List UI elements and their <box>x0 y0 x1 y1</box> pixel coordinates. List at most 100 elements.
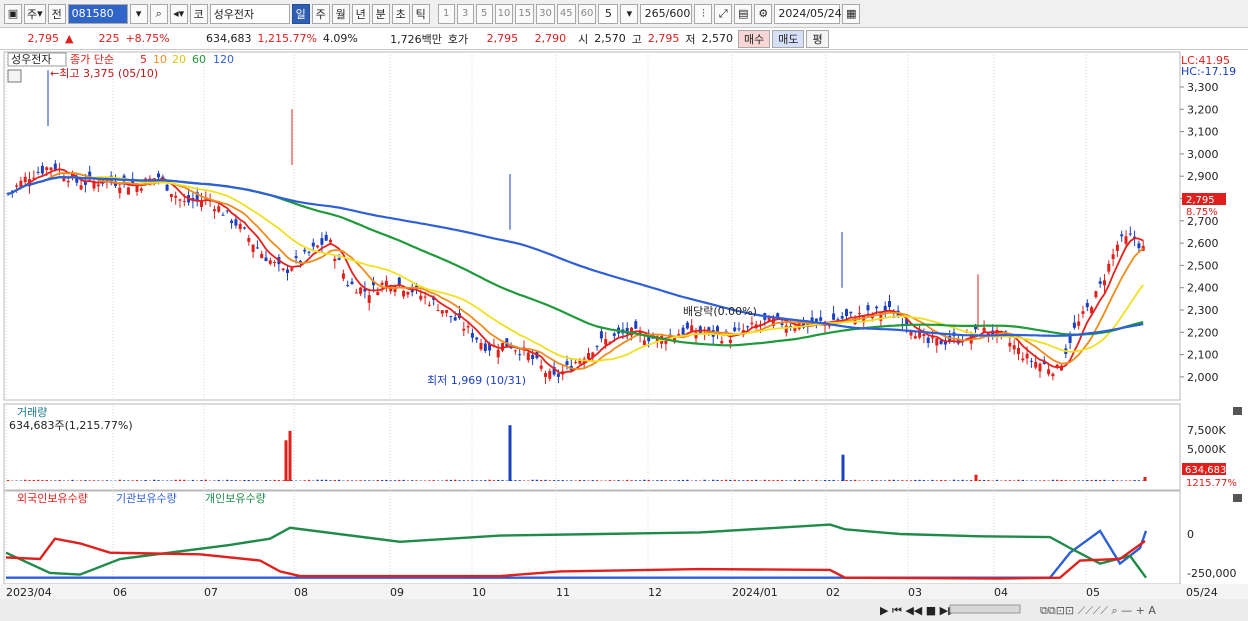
interval-button-15[interactable]: 15 <box>515 3 535 24</box>
holdings-close-icon[interactable] <box>1233 494 1242 502</box>
volume-bar <box>508 425 512 481</box>
interval-button-45[interactable]: 45 <box>556 3 576 24</box>
interval-button-30[interactable]: 30 <box>536 3 555 24</box>
period-tab-0[interactable]: 일 <box>291 3 310 24</box>
volume-bar <box>892 479 895 481</box>
ma20-legend: 20 <box>172 53 186 66</box>
hc-label: HC:-17.19 <box>1181 65 1236 78</box>
candle-body <box>664 340 668 344</box>
x-tick: 08 <box>294 586 308 599</box>
stock-legend-name: 성우전자 <box>11 53 51 66</box>
vol-current-pct: 1215.77% <box>1186 478 1237 489</box>
interval-select[interactable]: 5 <box>598 3 619 24</box>
volume-bar <box>475 480 478 481</box>
draw-tool-icon[interactable]: ⤢ <box>714 3 733 24</box>
volume-bar <box>634 480 637 481</box>
volume-bar <box>970 480 973 481</box>
candle-body <box>294 256 298 259</box>
volume-bar <box>92 480 96 481</box>
candle-body <box>45 167 49 170</box>
prev-button[interactable]: 전 <box>47 3 66 24</box>
ma-legend-label: 종가 단순 <box>70 53 114 66</box>
volume-bar <box>445 479 448 481</box>
save-icon[interactable]: ▤ <box>734 3 753 24</box>
period-tab-4[interactable]: 분 <box>371 3 390 24</box>
volume-bar <box>1129 480 1132 481</box>
foreign-holdings-legend: 외국인보유수량 <box>17 492 88 505</box>
candle-body <box>836 319 840 321</box>
volume-bar <box>785 480 788 481</box>
candle-body <box>53 163 57 170</box>
search-icon[interactable]: ⌕ <box>149 3 168 24</box>
calendar-icon[interactable]: ▦ <box>842 3 861 24</box>
table-toggle-icon[interactable] <box>7 69 22 83</box>
zoom-slider[interactable] <box>949 604 1021 614</box>
stock-code-input[interactable]: 081580 <box>67 3 128 24</box>
ma60-legend: 60 <box>192 53 206 66</box>
price-tick: 2,200 <box>1187 326 1219 339</box>
gear-icon[interactable]: ⚙ <box>754 3 773 24</box>
candle-body <box>445 310 449 313</box>
period-tab-1[interactable]: 주 <box>311 3 330 24</box>
x-tick: 07 <box>204 586 218 599</box>
volume-bar <box>798 480 801 481</box>
interval-button-60[interactable]: 60 <box>577 3 597 24</box>
speaker-icon[interactable]: ◂▾ <box>169 3 188 24</box>
candle-type-icon[interactable]: ⫶ <box>694 3 713 24</box>
period-tab-3[interactable]: 년 <box>351 3 370 24</box>
interval-button-10[interactable]: 10 <box>494 3 514 24</box>
candle-body <box>449 315 453 317</box>
market-select[interactable]: 주 ▾ <box>24 3 46 24</box>
interval-button-5[interactable]: 5 <box>475 3 493 24</box>
period-tab-6[interactable]: 틱 <box>411 3 430 24</box>
current-price: 2,795 <box>27 32 60 45</box>
sell-button[interactable]: 매도 <box>772 29 805 48</box>
price-tick: 3,000 <box>1187 148 1219 161</box>
layout-icon[interactable]: ▣ <box>4 3 22 24</box>
count-input[interactable]: 265/600 <box>640 3 693 24</box>
volume-bar <box>1004 480 1007 481</box>
interval-dropdown-icon[interactable]: ▾ <box>620 3 639 24</box>
candle-body <box>913 336 917 339</box>
volume-close-icon[interactable] <box>1233 407 1242 415</box>
volume-bar <box>694 480 698 481</box>
code-dropdown-icon[interactable]: ▾ <box>129 3 148 24</box>
volume-bar <box>974 474 978 481</box>
volume-bar <box>135 480 139 481</box>
candle-body <box>311 242 315 247</box>
holdings-tick-0: 0 <box>1187 528 1194 541</box>
interval-button-1[interactable]: 1 <box>437 3 455 24</box>
volume-bar <box>540 480 543 481</box>
period-tab-5[interactable]: 초 <box>391 3 410 24</box>
volume-bar <box>282 480 285 481</box>
period-tab-2[interactable]: 월 <box>331 3 350 24</box>
volume-bar <box>944 480 947 481</box>
volume-bar <box>170 480 173 481</box>
volume-bar <box>389 480 392 481</box>
candle-body <box>1025 353 1029 359</box>
date-input[interactable]: 2024/05/24 <box>774 3 842 24</box>
low-annotation: 최저 1,969 (10/31) <box>427 374 526 387</box>
candle-body <box>888 301 891 308</box>
scroll-controls-icon[interactable]: ▶ ⏮ ◀◀ ■ ▶▶ <box>880 604 957 617</box>
chart-tool-icons[interactable]: ⧉⧉⊡⊡ ⟋⟋⟋⟋ ⌕ — + A <box>1040 604 1156 617</box>
volume-bar <box>660 480 663 481</box>
candle-body <box>1128 233 1132 235</box>
volume-bar <box>359 480 362 481</box>
volume-bar <box>501 480 504 481</box>
candle-body <box>1034 361 1038 368</box>
chart-canvas[interactable]: 성우전자 종가 단순 5 10 20 60 120 ←최고 3,375 (05/… <box>0 50 1248 621</box>
candle-body <box>1111 254 1115 260</box>
volume-bar <box>630 480 633 481</box>
volume-bar <box>363 480 367 481</box>
interval-button-3[interactable]: 3 <box>456 3 474 24</box>
stock-name-field[interactable]: 성우전자 <box>209 3 290 24</box>
volume-bar <box>251 480 255 481</box>
candle-body <box>857 313 861 315</box>
x-tick: 2024/01 <box>732 586 778 599</box>
eval-button[interactable]: 평 <box>806 29 829 48</box>
candle-body <box>574 362 578 364</box>
candle-body <box>243 227 246 229</box>
buy-button[interactable]: 매수 <box>737 29 771 48</box>
volume-bar <box>1051 479 1055 481</box>
